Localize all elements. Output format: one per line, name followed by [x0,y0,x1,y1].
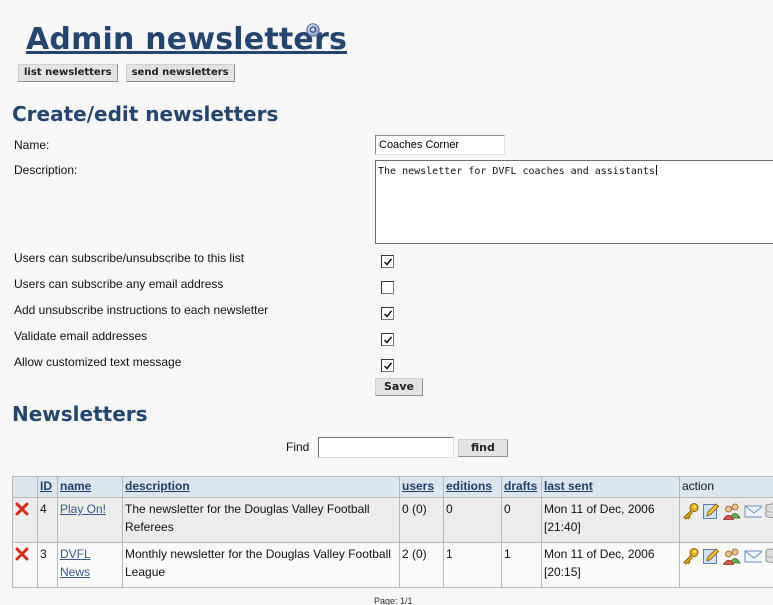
users-cell: 2 (0) [399,542,444,588]
validate-email-option-label: Validate email addresses [14,329,148,343]
last-sent-cell: Mon 11 of Dec, 2006 [20:15] [541,542,680,588]
delete-icon[interactable] [15,502,29,516]
help-icon[interactable] [306,23,320,37]
page-title[interactable]: Admin newsletters [26,22,347,57]
table-row: 3 DVFL News Monthly newsletter for the D… [12,542,773,588]
text-caret [655,165,657,175]
unsubscribe-instructions-option-label: Add unsubscribe instructions to each new… [14,303,269,317]
newsletters-table-wrap: ID name description users editions draft… [12,476,773,588]
last-sent-cell: Mon 11 of Dec, 2006 [21:40] [541,497,680,543]
table-row: 4 Play On! The newsletter for the Dougla… [12,497,773,543]
description-textarea[interactable]: The newsletter for DVFL coaches and assi… [375,160,773,244]
newsletter-name-link[interactable]: DVFL News [60,547,91,579]
custom-text-option-label: Allow customized text message [14,355,182,369]
column-header-drafts[interactable]: drafts [501,476,542,498]
delete-cell [12,497,38,543]
check-icon [383,336,393,344]
find-label: Find [286,440,310,454]
sort-drafts-link[interactable]: drafts [504,479,537,493]
unsubscribe-instructions-option-checkbox[interactable] [381,307,394,320]
column-header-users[interactable]: users [399,476,444,498]
column-header-delete [12,476,38,498]
send-newsletters-button[interactable]: send newsletters [125,64,235,82]
action-cell [679,542,773,588]
newsletter-name-link[interactable]: Play On! [60,502,106,516]
delete-cell [12,542,38,588]
any-email-option-checkbox[interactable] [381,281,394,294]
name-label: Name: [14,138,50,152]
sort-name-link[interactable]: name [60,479,91,493]
column-header-editions[interactable]: editions [443,476,502,498]
envelope-icon[interactable] [744,547,762,565]
list-newsletters-button[interactable]: list newsletters [18,64,118,82]
sort-id-link[interactable]: ID [40,479,52,493]
newsletters-section-title: Newsletters [12,402,148,426]
sort-editions-link[interactable]: editions [446,479,492,493]
save-button[interactable]: Save [375,378,423,396]
column-header-description[interactable]: description [122,476,400,498]
key-icon[interactable] [682,547,700,565]
pager: Page: 1/1 [374,596,413,605]
find-button[interactable]: find [458,439,508,457]
name-cell: Play On! [57,497,123,543]
edit-icon[interactable] [702,547,720,565]
column-header-action: action [679,476,773,498]
database-icon[interactable] [764,547,773,565]
edit-icon[interactable] [702,502,720,520]
editions-cell: 1 [443,542,502,588]
page: Admin newsletters list newsletters send … [0,0,773,605]
find-input[interactable] [318,437,454,458]
drafts-cell: 1 [501,542,542,588]
description-text: The newsletter for DVFL coaches and assi… [378,166,655,177]
any-email-option-label: Users can subscribe any email address [14,277,224,291]
drafts-cell: 0 [501,497,542,543]
column-header-last-sent[interactable]: last sent [541,476,680,498]
description-cell: Monthly newsletter for the Douglas Valle… [122,542,400,588]
table-header-row: ID name description users editions draft… [12,476,773,498]
subscribe-option-checkbox[interactable] [381,255,394,268]
key-icon[interactable] [682,502,700,520]
column-header-name[interactable]: name [57,476,123,498]
users-cell: 0 (0) [399,497,444,543]
id-cell: 3 [37,542,58,588]
validate-email-option-checkbox[interactable] [381,333,394,346]
users-icon[interactable] [722,547,742,565]
check-icon [383,362,393,370]
description-cell: The newsletter for the Douglas Valley Fo… [122,497,400,543]
top-button-bar: list newsletters send newsletters [18,64,235,82]
delete-icon[interactable] [15,547,29,561]
envelope-icon[interactable] [744,502,762,520]
sort-users-link[interactable]: users [402,479,434,493]
create-edit-section-title: Create/edit newsletters [12,102,279,126]
id-cell: 4 [37,497,58,543]
subscribe-option-label: Users can subscribe/unsubscribe to this … [14,251,245,265]
action-cell [679,497,773,543]
sort-description-link[interactable]: description [125,479,190,493]
description-label: Description: [14,163,78,177]
editions-cell: 0 [443,497,502,543]
newsletters-table: ID name description users editions draft… [12,476,773,588]
name-input[interactable] [375,135,505,155]
database-icon[interactable] [764,502,773,520]
users-icon[interactable] [722,502,742,520]
custom-text-option-checkbox[interactable] [381,359,394,372]
name-cell: DVFL News [57,542,123,588]
column-header-id[interactable]: ID [37,476,58,498]
check-icon [383,258,393,266]
check-icon [383,310,393,318]
sort-last-sent-link[interactable]: last sent [544,479,593,493]
